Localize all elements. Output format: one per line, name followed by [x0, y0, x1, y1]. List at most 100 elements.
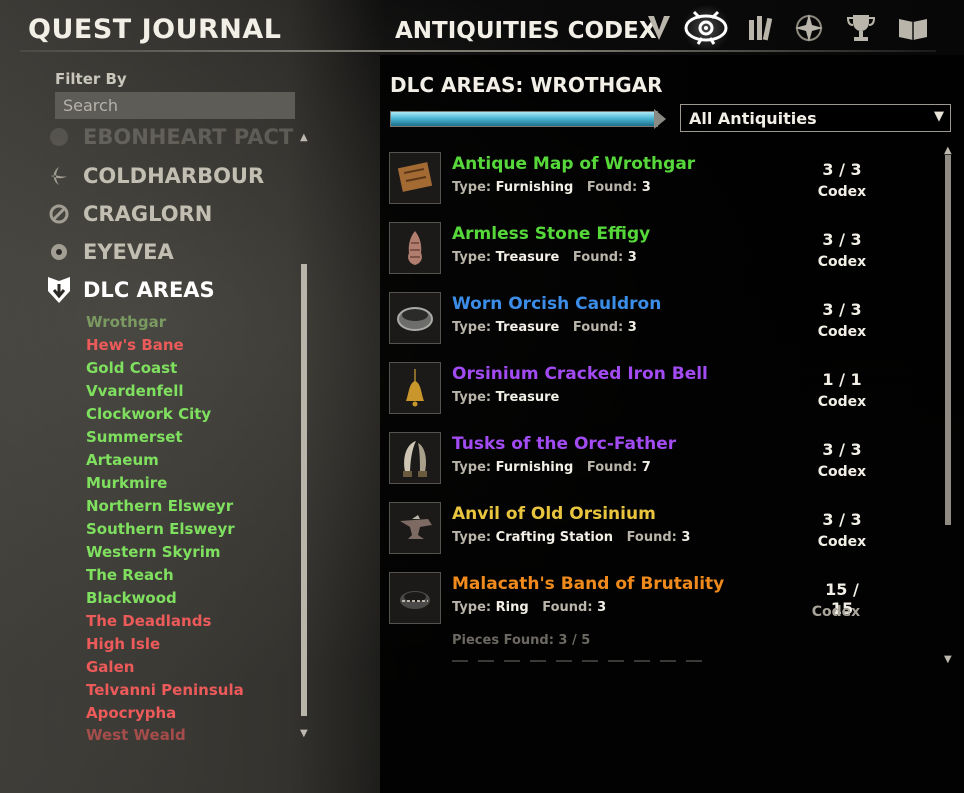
- zone-blackwood[interactable]: Blackwood: [86, 589, 177, 607]
- category-coldharbour[interactable]: COLDHARBOUR: [45, 159, 264, 193]
- progress-bar: [390, 109, 666, 129]
- antiquity-row[interactable]: Malacath's Band of Brutality Type: Ring …: [388, 570, 928, 630]
- antiquity-row[interactable]: Orsinium Cracked Iron Bell Type: Treasur…: [388, 360, 928, 420]
- antiquity-row[interactable]: Worn Orcish Cauldron Type: Treasure Foun…: [388, 290, 928, 350]
- antiquity-count: 3 / 3: [822, 230, 862, 249]
- chevron-down-icon: ▼: [934, 109, 944, 124]
- zone-northern-elsweyr[interactable]: Northern Elsweyr: [86, 497, 233, 515]
- zone-summerset[interactable]: Summerset: [86, 428, 183, 446]
- craglorn-icon: [45, 200, 73, 228]
- scrollbar-thumb[interactable]: [301, 264, 307, 716]
- antiquity-count: 3 / 3: [822, 510, 862, 529]
- antiquity-name: Malacath's Band of Brutality: [452, 574, 725, 594]
- zone-southern-elsweyr[interactable]: Southern Elsweyr: [86, 520, 235, 538]
- codex-link[interactable]: Codex: [812, 464, 872, 480]
- tusks-icon: [389, 432, 441, 484]
- codex-link[interactable]: Codex: [812, 534, 872, 550]
- zone-the-deadlands[interactable]: The Deadlands: [86, 612, 211, 630]
- quest-shield-icon[interactable]: [642, 10, 676, 44]
- antiquity-meta: Type: Treasure: [452, 390, 560, 405]
- codex-link[interactable]: Codex: [812, 324, 872, 340]
- zone-galen[interactable]: Galen: [86, 658, 134, 676]
- antiquity-count: 3 / 3: [822, 300, 862, 319]
- scroll-down-arrow[interactable]: ▼: [300, 728, 308, 739]
- antiquity-name: Armless Stone Effigy: [452, 224, 651, 244]
- ring-icon: [389, 572, 441, 624]
- category-dlc-areas[interactable]: DLC AREAS: [45, 273, 215, 307]
- antiquity-list: Antique Map of Wrothgar Type: Furnishing…: [388, 150, 928, 660]
- antiquity-scrollbar[interactable]: [944, 145, 952, 665]
- map-icon: [389, 152, 441, 204]
- zone-west-weald[interactable]: West Weald: [86, 726, 186, 742]
- antiquity-name: Orsinium Cracked Iron Bell: [452, 364, 708, 384]
- antiquity-row[interactable]: Armless Stone Effigy Type: Treasure Foun…: [388, 220, 928, 280]
- zone-murkmire[interactable]: Murkmire: [86, 474, 167, 492]
- category-label: EBONHEART PACT: [83, 126, 294, 149]
- eyevea-icon: [45, 238, 73, 266]
- filter-label: Filter By: [55, 70, 127, 88]
- progress-tip: [654, 109, 666, 129]
- cauldron-icon: [389, 292, 441, 344]
- antiquity-row[interactable]: Tusks of the Orc-Father Type: Furnishing…: [388, 430, 928, 490]
- category-ebonheart-pact[interactable]: EBONHEART PACT: [45, 126, 293, 154]
- pieces-progress: [452, 660, 712, 662]
- codex-title: ANTIQUITIES CODEX: [395, 18, 657, 44]
- antiquities-filter-dropdown[interactable]: All Antiquities ▼: [680, 104, 951, 132]
- compass-star-icon[interactable]: [792, 10, 826, 44]
- antiquity-meta: Type: Furnishing Found: 3: [452, 180, 651, 195]
- coldharbour-icon: [45, 162, 73, 190]
- category-scrollbar[interactable]: [300, 140, 308, 740]
- antiquity-meta: Type: Treasure Found: 3: [452, 250, 637, 265]
- anvil-icon: [389, 502, 441, 554]
- zone-artaeum[interactable]: Artaeum: [86, 451, 159, 469]
- category-label: DLC AREAS: [83, 278, 215, 302]
- antiquity-name: Antique Map of Wrothgar: [452, 154, 696, 174]
- zone-hews-bane[interactable]: Hew's Bane: [86, 336, 184, 354]
- antiquity-meta: Type: Crafting Station Found: 3: [452, 530, 691, 545]
- antiquity-name: Tusks of the Orc-Father: [452, 434, 677, 454]
- category-label: COLDHARBOUR: [83, 164, 265, 188]
- codex-link[interactable]: Codex: [812, 184, 872, 200]
- zone-gold-coast[interactable]: Gold Coast: [86, 359, 177, 377]
- antiquity-meta: Type: Furnishing Found: 7: [452, 460, 651, 475]
- antiquity-meta: Type: Treasure Found: 3: [452, 320, 637, 335]
- antiquity-count: 1 / 1: [822, 370, 862, 389]
- lore-books-icon[interactable]: [744, 10, 778, 44]
- codex-link[interactable]: Codex: [806, 604, 866, 620]
- section-title: DLC AREAS: WROTHGAR: [390, 73, 663, 97]
- journal-tabs: [640, 6, 940, 50]
- zone-wrothgar[interactable]: Wrothgar: [86, 313, 166, 331]
- progress-fill: [390, 111, 658, 127]
- scroll-down-arrow[interactable]: ▼: [944, 654, 952, 665]
- zone-high-isle[interactable]: High Isle: [86, 635, 160, 653]
- zone-apocrypha[interactable]: Apocrypha: [86, 704, 176, 722]
- pieces-found: Pieces Found: 3 / 5: [452, 633, 591, 648]
- category-label: EYEVEA: [83, 240, 174, 264]
- codex-link[interactable]: Codex: [812, 394, 872, 410]
- category-eyevea[interactable]: EYEVEA: [45, 235, 174, 269]
- zone-vvardenfell[interactable]: Vvardenfell: [86, 382, 183, 400]
- zone-clockwork-city[interactable]: Clockwork City: [86, 405, 211, 423]
- antiquity-row[interactable]: Anvil of Old Orsinium Type: Crafting Sta…: [388, 500, 928, 560]
- category-label: CRAGLORN: [83, 202, 213, 226]
- antiquity-row[interactable]: Antique Map of Wrothgar Type: Furnishing…: [388, 150, 928, 210]
- category-craglorn[interactable]: CRAGLORN: [45, 197, 212, 231]
- antiquities-eye-icon[interactable]: [680, 6, 732, 50]
- zone-telvanni-peninsula[interactable]: Telvanni Peninsula: [86, 681, 244, 699]
- ebonheart-icon: [45, 126, 73, 151]
- codex-link[interactable]: Codex: [812, 254, 872, 270]
- zone-western-skyrim[interactable]: Western Skyrim: [86, 543, 220, 561]
- scroll-up-arrow[interactable]: ▲: [944, 145, 952, 156]
- open-book-icon[interactable]: [896, 10, 930, 44]
- effigy-icon: [389, 222, 441, 274]
- dlc-shield-icon: [45, 276, 73, 304]
- zone-the-reach[interactable]: The Reach: [86, 566, 174, 584]
- scrollbar-thumb[interactable]: [945, 155, 951, 525]
- antiquity-count: 3 / 3: [822, 160, 862, 179]
- dropdown-value: All Antiquities: [689, 109, 817, 128]
- trophy-icon[interactable]: [844, 10, 878, 44]
- search-input[interactable]: [55, 92, 295, 119]
- antiquity-name: Anvil of Old Orsinium: [452, 504, 656, 524]
- scroll-up-arrow[interactable]: ▲: [300, 132, 308, 143]
- antiquity-name: Worn Orcish Cauldron: [452, 294, 662, 314]
